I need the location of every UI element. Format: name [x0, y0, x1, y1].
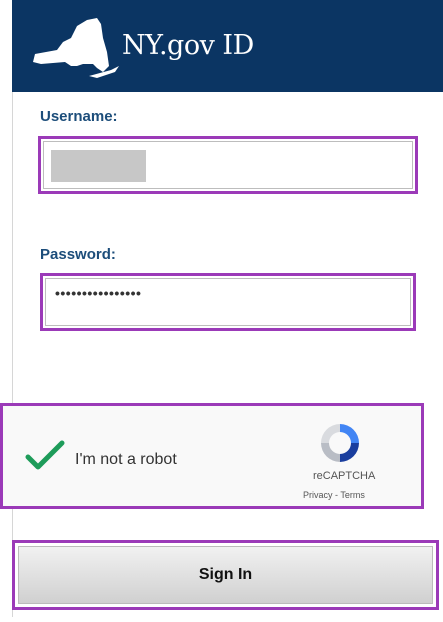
recaptcha-widget[interactable]: I'm not a robot reCAPTCHA Privacy - Term…: [0, 403, 424, 509]
signin-button-wrapper: Sign In: [12, 540, 439, 610]
login-frame: NY.gov ID Username: Password: ••••••••••…: [12, 0, 443, 622]
signin-button[interactable]: Sign In: [18, 546, 433, 604]
password-field[interactable]: ••••••••••••••••: [40, 273, 416, 331]
content-border: [12, 92, 13, 617]
recaptcha-links[interactable]: Privacy - Terms: [303, 490, 365, 500]
password-label: Password:: [40, 246, 116, 263]
recaptcha-logo-icon: [321, 424, 359, 462]
page-title: NY.gov ID: [122, 30, 254, 61]
username-label: Username:: [40, 108, 118, 125]
recaptcha-brand: reCAPTCHA: [313, 470, 376, 482]
username-field[interactable]: [38, 136, 418, 194]
new-york-state-icon: [33, 18, 119, 78]
captcha-label: I'm not a robot: [75, 451, 177, 468]
page-header: NY.gov ID: [12, 0, 443, 92]
password-masked-value: ••••••••••••••••: [55, 285, 142, 301]
checkmark-icon[interactable]: [25, 440, 65, 472]
username-redacted-value: [51, 150, 146, 182]
